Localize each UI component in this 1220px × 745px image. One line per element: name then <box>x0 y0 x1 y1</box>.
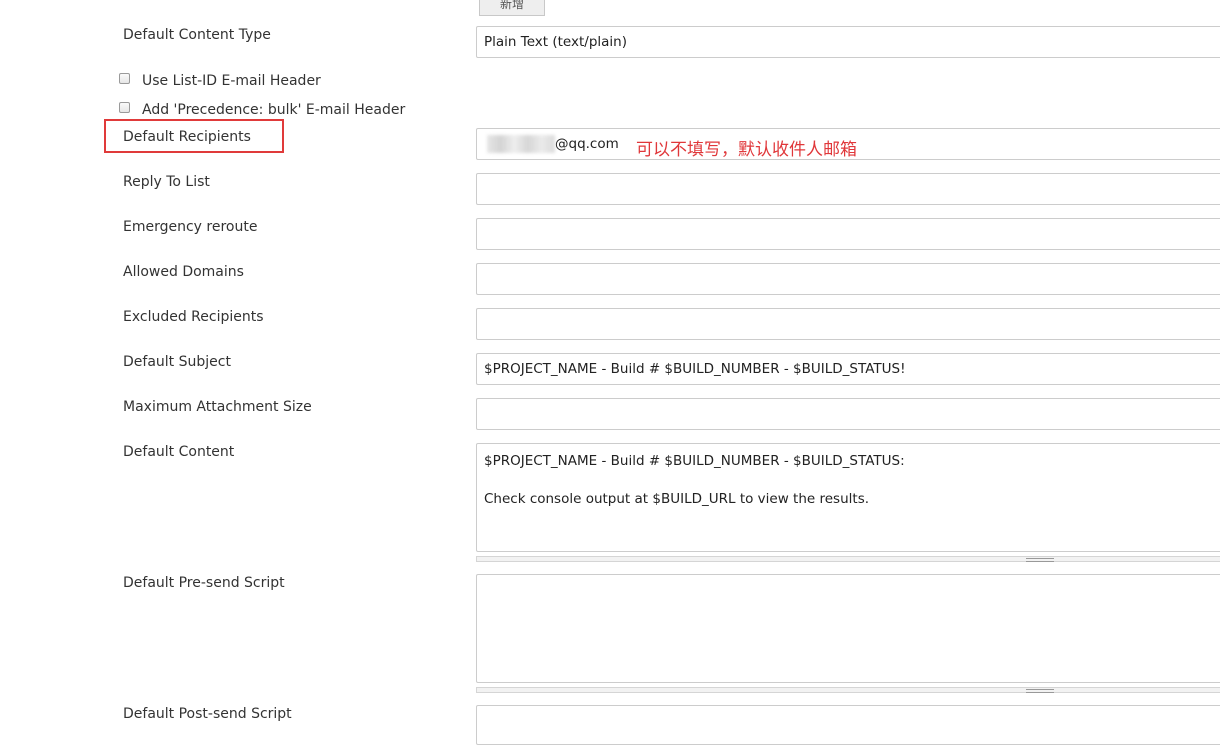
emergency-reroute-label: Emergency reroute <box>123 219 258 235</box>
annotation-note: 可以不填写，默认收件人邮箱 <box>636 140 857 160</box>
redacted-text <box>487 135 555 153</box>
presend-script-textarea[interactable] <box>476 574 1220 683</box>
default-subject-label: Default Subject <box>123 354 231 370</box>
presend-script-label: Default Pre-send Script <box>123 575 285 591</box>
default-content-textarea[interactable]: $PROJECT_NAME - Build # $BUILD_NUMBER - … <box>476 443 1220 552</box>
excluded-recipients-label: Excluded Recipients <box>123 309 264 325</box>
precedence-bulk-checkbox[interactable] <box>119 102 130 113</box>
excluded-recipients-input[interactable] <box>476 308 1220 340</box>
default-content-label: Default Content <box>123 444 235 460</box>
add-button[interactable]: 新增 <box>479 0 545 16</box>
recipients-value: @qq.com <box>555 136 619 152</box>
postsend-script-textarea[interactable] <box>476 705 1220 745</box>
content-type-label: Default Content Type <box>123 27 271 43</box>
default-subject-input[interactable]: $PROJECT_NAME - Build # $BUILD_NUMBER - … <box>476 353 1220 385</box>
emergency-reroute-input[interactable] <box>476 218 1220 250</box>
use-list-id-label: Use List-ID E-mail Header <box>142 73 321 89</box>
allowed-domains-input[interactable] <box>476 263 1220 295</box>
precedence-bulk-label: Add 'Precedence: bulk' E-mail Header <box>142 102 406 118</box>
allowed-domains-label: Allowed Domains <box>123 264 244 280</box>
presend-resize-handle[interactable] <box>476 687 1220 693</box>
default-recipients-label: Default Recipients <box>123 129 251 145</box>
content-type-select[interactable]: Plain Text (text/plain) <box>476 26 1220 58</box>
use-list-id-checkbox[interactable] <box>119 73 130 84</box>
reply-to-label: Reply To List <box>123 174 210 190</box>
postsend-script-label: Default Post-send Script <box>123 706 292 722</box>
content-resize-handle[interactable] <box>476 556 1220 562</box>
max-attachment-label: Maximum Attachment Size <box>123 399 312 415</box>
reply-to-input[interactable] <box>476 173 1220 205</box>
max-attachment-input[interactable] <box>476 398 1220 430</box>
